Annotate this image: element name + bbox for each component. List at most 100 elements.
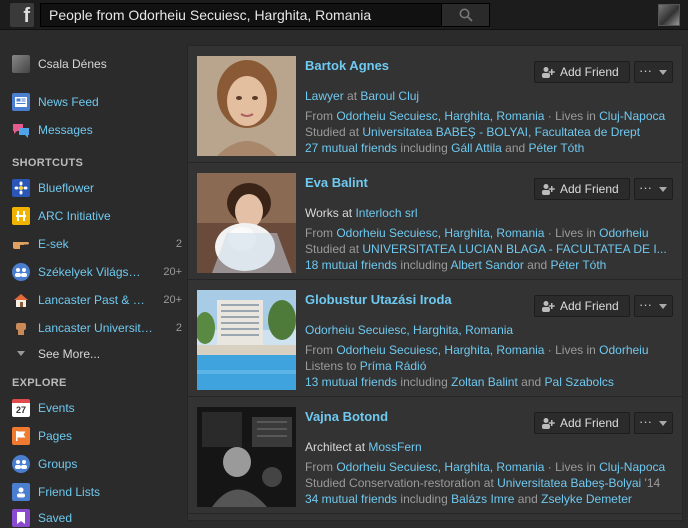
sidebar-item-label: Events [38, 401, 75, 415]
sidebar-item-blueflower[interactable]: Blueflower [12, 178, 182, 198]
add-friend-button[interactable]: Add Friend [534, 295, 630, 317]
friend-link[interactable]: Pal Szabolcs [545, 375, 614, 389]
mutual-friends-link[interactable]: 27 mutual friends [305, 141, 397, 155]
sidebar-item-profile[interactable]: Csala Dénes [12, 54, 182, 74]
hometown-link[interactable]: Odorheiu Secuiesc, Harghita, Romania [336, 226, 544, 240]
bookmark-icon [12, 509, 30, 527]
friend-link[interactable]: Zselyke Demeter [541, 492, 632, 506]
friend-link[interactable]: Péter Tóth [529, 141, 585, 155]
result-line-place: Odorheiu Secuiesc, Harghita, Romania [305, 323, 671, 337]
hometown-link[interactable]: Odorheiu Secuiesc, Harghita, Romania [336, 460, 544, 474]
more-options-button[interactable]: ··· [634, 178, 673, 200]
result-line-mutual: 18 mutual friends including Albert Sando… [305, 258, 671, 272]
employer-link[interactable]: Interloch srl [355, 206, 417, 220]
sidebar-item-label: Lancaster Universit… [38, 321, 153, 335]
school-link[interactable]: UNIVERSITATEA LUCIAN BLAGA - FACULTATEA … [362, 242, 666, 256]
line-text: and [514, 492, 542, 506]
chevron-down-icon [659, 187, 667, 192]
friend-link[interactable]: Zoltan Balint [451, 375, 518, 389]
user-avatar [12, 55, 30, 73]
search-input[interactable]: People from Odorheiu Secuiesc, Harghita,… [40, 3, 442, 27]
sidebar-item-messages[interactable]: Messages [12, 120, 182, 140]
friend-link[interactable]: Gáll Attila [451, 141, 502, 155]
result-name-link[interactable]: Eva Balint [305, 175, 368, 190]
result-name-link[interactable]: Bartok Agnes [305, 58, 389, 73]
current-city-link[interactable]: Odorheiu [599, 343, 648, 357]
sidebar-item-lancaster-past[interactable]: Lancaster Past & … 20+ [12, 290, 182, 310]
radio-link[interactable]: Príma Rádió [360, 359, 427, 373]
add-friend-button[interactable]: Add Friend [534, 178, 630, 200]
sidebar-item-friend-lists[interactable]: Friend Lists [12, 482, 182, 502]
blueflower-icon [12, 179, 30, 197]
line-text: Studied at [305, 242, 363, 256]
mutual-friends-link[interactable]: 34 mutual friends [305, 492, 397, 506]
add-friend-label: Add Friend [560, 65, 619, 79]
add-friend-icon [542, 184, 555, 195]
employer-link[interactable]: Baroul Cluj [360, 89, 419, 103]
line-text: and [523, 258, 551, 272]
line-text: and [517, 375, 545, 389]
result-row: Globustur Utazási Iroda Add Friend ··· O… [188, 280, 682, 397]
result-line-education: Studied at UNIVERSITATEA LUCIAN BLAGA - … [305, 242, 671, 256]
school-link[interactable]: Universitatea BABEŞ - BOLYAI, Facultatea… [362, 125, 640, 139]
current-city-link[interactable]: Odorheiu [599, 226, 648, 240]
sidebar-item-label: Saved [38, 511, 73, 525]
employer-link[interactable]: MossFern [368, 440, 421, 454]
current-city-link[interactable]: Cluj-Napoca [599, 109, 665, 123]
add-friend-icon [542, 418, 555, 429]
profile-avatar[interactable] [658, 4, 680, 26]
sidebar-see-more[interactable]: See More... [12, 344, 182, 364]
friend-link[interactable]: Albert Sandor [450, 258, 523, 272]
sidebar-item-label: Groups [38, 457, 78, 471]
current-city-link[interactable]: Cluj-Napoca [599, 460, 665, 474]
sidebar-item-e-sek[interactable]: E-sek 2 [12, 234, 182, 254]
sidebar-item-groups[interactable]: Groups [12, 454, 182, 474]
school-link[interactable]: Universitatea Babeş-Bolyai [497, 476, 641, 490]
hometown-link[interactable]: Odorheiu Secuiesc, Harghita, Romania [336, 109, 544, 123]
profile-photo[interactable] [197, 407, 296, 507]
sidebar-item-news-feed[interactable]: News Feed [12, 92, 182, 112]
sidebar-item-events[interactable]: 27 Events [12, 398, 182, 418]
more-options-button[interactable]: ··· [634, 412, 673, 434]
profile-photo[interactable] [197, 56, 296, 156]
line-text: Studied Conservation-restoration at [305, 476, 498, 490]
hometown-link[interactable]: Odorheiu Secuiesc, Harghita, Romania [336, 343, 544, 357]
sidebar-item-arc-initiative[interactable]: ARC Initiative [12, 206, 182, 226]
pointing-hand-icon [12, 235, 30, 253]
page-photo[interactable] [195, 290, 296, 390]
line-text: Works at [305, 206, 356, 220]
result-row: Bartok Agnes Add Friend ··· Lawyer at Ba… [188, 46, 682, 163]
job-link[interactable]: Lawyer [305, 89, 344, 103]
friend-link[interactable]: Balázs Imre [451, 492, 514, 506]
mutual-friends-link[interactable]: 13 mutual friends [305, 375, 397, 389]
mutual-friends-link[interactable]: 18 mutual friends [305, 258, 397, 272]
place-link[interactable]: Odorheiu Secuiesc, Harghita, Romania [305, 323, 513, 337]
line-text: · Lives in [544, 460, 600, 474]
add-friend-button[interactable]: Add Friend [534, 61, 630, 83]
chevron-down-icon [659, 421, 667, 426]
more-label: ··· [639, 297, 652, 312]
sidebar-item-lancaster-university[interactable]: Lancaster Universit… 2 [12, 318, 182, 338]
result-line-work: Works at Interloch srl [305, 206, 671, 220]
result-name-link[interactable]: Globustur Utazási Iroda [305, 292, 452, 307]
friend-link[interactable]: Péter Tóth [551, 258, 607, 272]
result-name-link[interactable]: Vajna Botond [305, 409, 388, 424]
add-friend-icon [542, 301, 555, 312]
chevron-down-icon [12, 345, 30, 363]
search-button[interactable] [442, 3, 490, 27]
sidebar-item-szekelyek[interactable]: Székelyek Világs… 20+ [12, 262, 182, 282]
add-friend-button[interactable]: Add Friend [534, 412, 630, 434]
profile-photo[interactable] [197, 173, 296, 273]
sidebar-item-saved[interactable]: Saved [12, 508, 182, 528]
fist-icon [12, 319, 30, 337]
sidebar-item-label: E-sek [38, 237, 69, 251]
facebook-logo[interactable]: f [10, 3, 34, 27]
sidebar-item-label: Messages [38, 123, 93, 137]
sidebar-item-label: See More... [38, 347, 101, 361]
line-text: · Lives in [544, 109, 600, 123]
more-options-button[interactable]: ··· [634, 295, 673, 317]
calendar-icon: 27 [12, 399, 30, 417]
house-icon [12, 291, 30, 309]
more-options-button[interactable]: ··· [634, 61, 673, 83]
sidebar-item-pages[interactable]: Pages [12, 426, 182, 446]
